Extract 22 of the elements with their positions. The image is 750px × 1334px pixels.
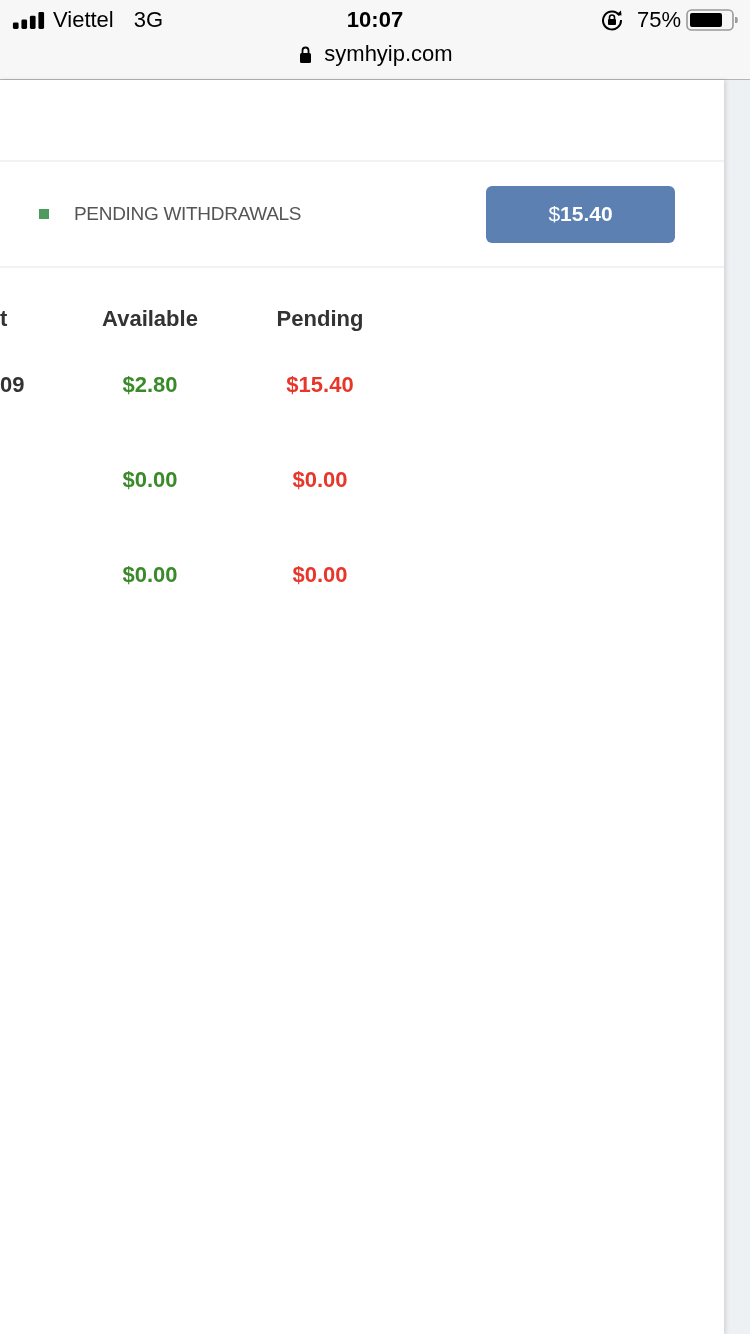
pending-amount: $15.40 — [286, 371, 354, 397]
rotation-lock-icon — [600, 9, 623, 31]
table-cell: 09 — [0, 371, 25, 397]
available-amount: $2.80 — [122, 371, 178, 397]
amount-badge: $15.40 — [486, 185, 675, 243]
url-address[interactable]: symhyip.com — [324, 43, 453, 65]
clock-time: 10:07 — [346, 7, 404, 33]
pending-amount: $0.00 — [292, 466, 348, 492]
column-header: t — [0, 306, 8, 331]
battery-icon — [686, 9, 738, 31]
lock-icon — [300, 45, 312, 63]
carrier-name: Viettel — [53, 9, 114, 31]
battery-percentage: 75% — [636, 9, 681, 31]
column-header: Available — [102, 306, 198, 331]
network-type: 3G — [133, 9, 164, 31]
signal-icon — [12, 11, 45, 29]
column-header: Pending — [276, 306, 364, 331]
status-square-icon — [39, 209, 49, 219]
available-amount: $0.00 — [122, 466, 178, 492]
pending-withdrawals-label: PENDING WITHDRAWALS — [74, 203, 302, 225]
available-amount: $0.00 — [122, 561, 178, 587]
pending-amount: $0.00 — [292, 561, 348, 587]
